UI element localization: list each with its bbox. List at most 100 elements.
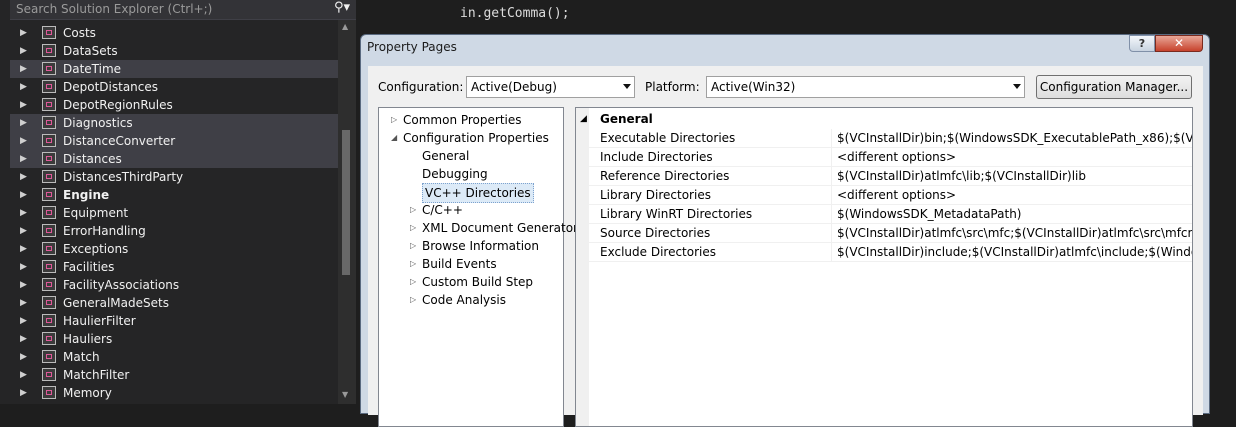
close-button[interactable]: ✕ <box>1155 35 1203 52</box>
property-value[interactable]: $(VCInstallDir)include;$(VCInstallDir)at… <box>837 243 1192 262</box>
property-name: Reference Directories <box>600 169 730 183</box>
expand-arrow-icon[interactable]: ▶ <box>20 330 27 348</box>
expand-arrow-icon[interactable]: ▶ <box>20 168 27 186</box>
list-item[interactable]: ▶ GeneralMadeSets <box>10 294 338 312</box>
expand-arrow-icon[interactable]: ▶ <box>20 204 27 222</box>
dialog-body: Configuration: Active(Debug) Platform: A… <box>368 66 1203 427</box>
list-item[interactable]: ▶ DistancesThirdParty <box>10 168 338 186</box>
list-item[interactable]: ▶ ErrorHandling <box>10 222 338 240</box>
list-item-label: Equipment <box>63 206 129 220</box>
list-item[interactable]: ▶ Hauliers <box>10 330 338 348</box>
table-row[interactable]: Library WinRT Directories $(WindowsSDK_Me… <box>576 205 1192 224</box>
expand-arrow-icon[interactable]: ▶ <box>20 276 27 294</box>
expand-arrow-icon[interactable]: ▷ <box>410 273 416 291</box>
list-item[interactable]: ▶ Equipment <box>10 204 338 222</box>
expand-arrow-icon[interactable]: ▶ <box>20 114 27 132</box>
configuration-label: Configuration: <box>378 80 464 94</box>
expand-arrow-icon[interactable]: ▷ <box>410 219 416 237</box>
list-item[interactable]: ▶ HaulierFilter <box>10 312 338 330</box>
grid-category[interactable]: ◢ General <box>576 110 1192 128</box>
tree-item-label: XML Document Generator <box>422 221 578 235</box>
list-item[interactable]: ▶ Diagnostics <box>10 114 338 132</box>
expand-arrow-icon[interactable]: ▶ <box>20 348 27 366</box>
property-value[interactable]: $(VCInstallDir)atlmfc\src\mfc;$(VCInstal… <box>837 224 1192 243</box>
property-value[interactable]: $(VCInstallDir)atlmfc\lib;$(VCInstallDir… <box>837 167 1086 186</box>
list-item-label: GeneralMadeSets <box>63 296 169 310</box>
folder-icon <box>42 170 56 183</box>
table-row[interactable]: Exclude Directories $(VCInstallDir)includ… <box>576 243 1192 262</box>
column-separator <box>831 129 832 148</box>
list-item[interactable]: ▶ DepotDistances <box>10 78 338 96</box>
chevron-down-icon <box>623 84 631 89</box>
expand-arrow-icon[interactable]: ▶ <box>20 222 27 240</box>
table-row[interactable]: Source Directories $(VCInstallDir)atlmfc\… <box>576 224 1192 243</box>
help-button[interactable]: ? <box>1129 35 1155 52</box>
list-item[interactable]: ▶ Distances <box>10 150 338 168</box>
expand-arrow-icon[interactable]: ▶ <box>20 78 27 96</box>
tree-item-label: Debugging <box>422 167 488 181</box>
table-row[interactable]: Library Directories <different options> <box>576 186 1192 205</box>
collapse-icon[interactable]: ◢ <box>580 110 587 128</box>
list-item[interactable]: ▶ Costs <box>10 24 338 42</box>
property-value[interactable]: <different options> <box>837 186 956 205</box>
list-item[interactable]: ▶ MatchFilter <box>10 366 338 384</box>
expand-arrow-icon[interactable]: ▶ <box>20 366 27 384</box>
search-input[interactable]: Search Solution Explorer (Ctrl+;) ⚲▾ <box>10 0 356 20</box>
list-item-label: Facilities <box>63 260 115 274</box>
table-row[interactable]: Include Directories <different options> <box>576 148 1192 167</box>
property-value[interactable]: $(WindowsSDK_MetadataPath) <box>837 205 1021 224</box>
list-item[interactable]: ▶ Engine <box>10 186 338 204</box>
platform-select[interactable]: Active(Win32) <box>706 76 1025 98</box>
expand-arrow-icon[interactable]: ▷ <box>410 255 416 273</box>
property-grid: ◢ General Executable Directories $(VCInst… <box>575 107 1193 427</box>
expand-arrow-icon[interactable]: ▶ <box>20 96 27 114</box>
expand-arrow-icon[interactable]: ▶ <box>20 186 27 204</box>
expand-arrow-icon[interactable]: ▶ <box>20 150 27 168</box>
column-separator <box>831 186 832 205</box>
list-item[interactable]: ▶ Facilities <box>10 258 338 276</box>
scrollbar[interactable]: ▲ ▼ <box>338 20 356 404</box>
expand-arrow-icon[interactable]: ▶ <box>20 258 27 276</box>
list-item[interactable]: ▶ DistanceConverter <box>10 132 338 150</box>
expand-arrow-icon[interactable]: ▷ <box>410 291 416 309</box>
solution-tree: ▶ Costs ▶ DataSets ▶ DateTime ▶ DepotDistances ▶… <box>10 24 338 402</box>
list-item[interactable]: ▶ DataSets <box>10 42 338 60</box>
search-icon[interactable]: ⚲▾ <box>334 0 350 15</box>
list-item[interactable]: ▶ Match <box>10 348 338 366</box>
list-item[interactable]: ▶ DateTime <box>10 60 338 78</box>
expand-arrow-icon[interactable]: ▶ <box>20 24 27 42</box>
scroll-down-icon[interactable]: ▼ <box>342 390 348 399</box>
configuration-value: Active(Debug) <box>471 80 557 94</box>
property-name: Include Directories <box>600 150 713 164</box>
expand-arrow-icon[interactable]: ▷ <box>391 111 397 129</box>
table-row[interactable]: Executable Directories $(VCInstallDir)bin… <box>576 129 1192 148</box>
solution-explorer: Search Solution Explorer (Ctrl+;) ⚲▾ ▶ Co… <box>0 0 356 404</box>
configuration-manager-button[interactable]: Configuration Manager... <box>1036 75 1192 99</box>
expand-arrow-icon[interactable]: ▶ <box>20 240 27 258</box>
expand-arrow-icon[interactable]: ▶ <box>20 60 27 78</box>
table-row[interactable]: Reference Directories $(VCInstallDir)atlm… <box>576 167 1192 186</box>
tree-item-label: Build Events <box>422 257 497 271</box>
scroll-up-icon[interactable]: ▲ <box>342 22 348 31</box>
property-pages-dialog: Property Pages ? ✕ Configuration: Active… <box>360 34 1210 427</box>
list-item[interactable]: ▶ Memory <box>10 384 338 402</box>
expand-arrow-icon[interactable]: ▶ <box>20 294 27 312</box>
list-item[interactable]: ▶ DepotRegionRules <box>10 96 338 114</box>
list-item[interactable]: ▶ Exceptions <box>10 240 338 258</box>
expand-arrow-icon[interactable]: ▷ <box>410 201 416 219</box>
expand-arrow-icon[interactable]: ▶ <box>20 42 27 60</box>
folder-icon <box>42 116 56 129</box>
expand-arrow-icon[interactable]: ▶ <box>20 384 27 402</box>
configuration-select[interactable]: Active(Debug) <box>466 76 635 98</box>
list-item-label: ErrorHandling <box>63 224 146 238</box>
property-value[interactable]: $(VCInstallDir)bin;$(WindowsSDK_Executab… <box>837 129 1192 148</box>
tree-item-label: Browse Information <box>422 239 539 253</box>
expand-arrow-icon[interactable]: ▷ <box>410 237 416 255</box>
list-item[interactable]: ▶ FacilityAssociations <box>10 276 338 294</box>
collapse-arrow-icon[interactable]: ◢ <box>391 129 397 147</box>
expand-arrow-icon[interactable]: ▶ <box>20 312 27 330</box>
scrollbar-thumb[interactable] <box>342 130 350 275</box>
expand-arrow-icon[interactable]: ▶ <box>20 132 27 150</box>
property-value[interactable]: <different options> <box>837 148 956 167</box>
list-item-label: Exceptions <box>63 242 129 256</box>
